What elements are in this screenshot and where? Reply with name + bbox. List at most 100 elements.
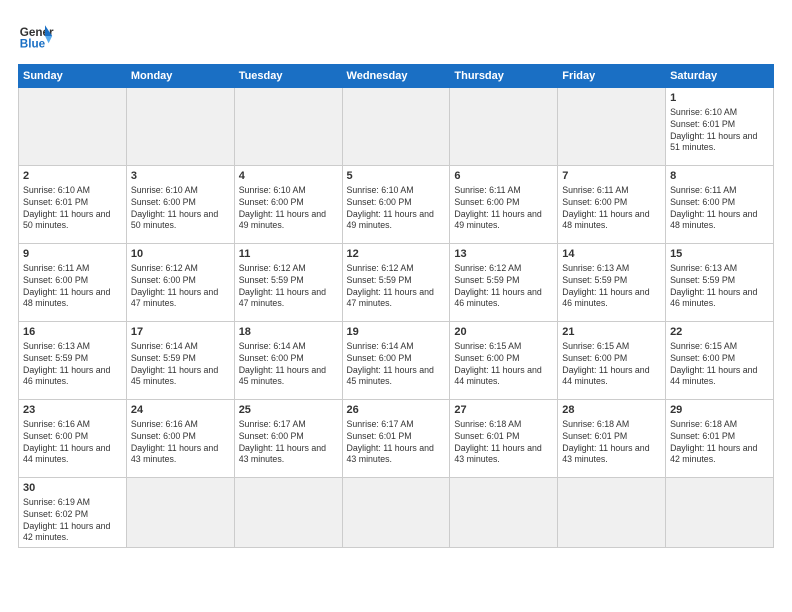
day-info: Sunrise: 6:16 AMSunset: 6:00 PMDaylight:…	[131, 419, 230, 467]
day-info: Sunrise: 6:15 AMSunset: 6:00 PMDaylight:…	[562, 341, 661, 389]
col-header-wednesday: Wednesday	[342, 65, 450, 88]
day-number: 29	[670, 403, 769, 418]
day-number: 6	[454, 169, 553, 184]
calendar-cell: 10Sunrise: 6:12 AMSunset: 6:00 PMDayligh…	[126, 244, 234, 322]
day-info: Sunrise: 6:17 AMSunset: 6:00 PMDaylight:…	[239, 419, 338, 467]
day-number: 2	[23, 169, 122, 184]
day-number: 3	[131, 169, 230, 184]
day-info: Sunrise: 6:17 AMSunset: 6:01 PMDaylight:…	[347, 419, 446, 467]
day-number: 12	[347, 247, 446, 262]
day-info: Sunrise: 6:10 AMSunset: 6:00 PMDaylight:…	[131, 185, 230, 233]
calendar-cell: 15Sunrise: 6:13 AMSunset: 5:59 PMDayligh…	[666, 244, 774, 322]
day-info: Sunrise: 6:10 AMSunset: 6:00 PMDaylight:…	[239, 185, 338, 233]
calendar-cell: 17Sunrise: 6:14 AMSunset: 5:59 PMDayligh…	[126, 322, 234, 400]
calendar: SundayMondayTuesdayWednesdayThursdayFrid…	[18, 64, 774, 548]
day-info: Sunrise: 6:19 AMSunset: 6:02 PMDaylight:…	[23, 497, 122, 545]
day-info: Sunrise: 6:12 AMSunset: 5:59 PMDaylight:…	[454, 263, 553, 311]
calendar-cell: 9Sunrise: 6:11 AMSunset: 6:00 PMDaylight…	[19, 244, 127, 322]
day-number: 24	[131, 403, 230, 418]
calendar-cell	[126, 88, 234, 166]
day-number: 17	[131, 325, 230, 340]
calendar-cell: 25Sunrise: 6:17 AMSunset: 6:00 PMDayligh…	[234, 400, 342, 478]
col-header-friday: Friday	[558, 65, 666, 88]
day-info: Sunrise: 6:12 AMSunset: 5:59 PMDaylight:…	[347, 263, 446, 311]
calendar-cell: 19Sunrise: 6:14 AMSunset: 6:00 PMDayligh…	[342, 322, 450, 400]
calendar-cell: 27Sunrise: 6:18 AMSunset: 6:01 PMDayligh…	[450, 400, 558, 478]
day-info: Sunrise: 6:18 AMSunset: 6:01 PMDaylight:…	[454, 419, 553, 467]
day-info: Sunrise: 6:16 AMSunset: 6:00 PMDaylight:…	[23, 419, 122, 467]
day-info: Sunrise: 6:11 AMSunset: 6:00 PMDaylight:…	[23, 263, 122, 311]
day-info: Sunrise: 6:11 AMSunset: 6:00 PMDaylight:…	[670, 185, 769, 233]
day-info: Sunrise: 6:10 AMSunset: 6:01 PMDaylight:…	[670, 107, 769, 155]
day-number: 23	[23, 403, 122, 418]
calendar-cell: 28Sunrise: 6:18 AMSunset: 6:01 PMDayligh…	[558, 400, 666, 478]
calendar-cell: 26Sunrise: 6:17 AMSunset: 6:01 PMDayligh…	[342, 400, 450, 478]
calendar-cell: 7Sunrise: 6:11 AMSunset: 6:00 PMDaylight…	[558, 166, 666, 244]
calendar-cell	[450, 478, 558, 548]
day-number: 14	[562, 247, 661, 262]
day-number: 22	[670, 325, 769, 340]
day-number: 10	[131, 247, 230, 262]
day-info: Sunrise: 6:13 AMSunset: 5:59 PMDaylight:…	[23, 341, 122, 389]
day-info: Sunrise: 6:14 AMSunset: 6:00 PMDaylight:…	[347, 341, 446, 389]
day-info: Sunrise: 6:15 AMSunset: 6:00 PMDaylight:…	[454, 341, 553, 389]
calendar-cell: 24Sunrise: 6:16 AMSunset: 6:00 PMDayligh…	[126, 400, 234, 478]
col-header-monday: Monday	[126, 65, 234, 88]
day-info: Sunrise: 6:10 AMSunset: 6:01 PMDaylight:…	[23, 185, 122, 233]
header: General Blue	[18, 18, 774, 54]
calendar-cell: 8Sunrise: 6:11 AMSunset: 6:00 PMDaylight…	[666, 166, 774, 244]
calendar-cell	[234, 478, 342, 548]
day-number: 9	[23, 247, 122, 262]
col-header-tuesday: Tuesday	[234, 65, 342, 88]
calendar-cell: 5Sunrise: 6:10 AMSunset: 6:00 PMDaylight…	[342, 166, 450, 244]
calendar-cell: 29Sunrise: 6:18 AMSunset: 6:01 PMDayligh…	[666, 400, 774, 478]
calendar-cell: 20Sunrise: 6:15 AMSunset: 6:00 PMDayligh…	[450, 322, 558, 400]
day-info: Sunrise: 6:13 AMSunset: 5:59 PMDaylight:…	[562, 263, 661, 311]
day-number: 26	[347, 403, 446, 418]
calendar-cell: 2Sunrise: 6:10 AMSunset: 6:01 PMDaylight…	[19, 166, 127, 244]
day-number: 5	[347, 169, 446, 184]
col-header-thursday: Thursday	[450, 65, 558, 88]
day-info: Sunrise: 6:12 AMSunset: 6:00 PMDaylight:…	[131, 263, 230, 311]
day-number: 7	[562, 169, 661, 184]
calendar-cell: 4Sunrise: 6:10 AMSunset: 6:00 PMDaylight…	[234, 166, 342, 244]
calendar-cell	[666, 478, 774, 548]
day-info: Sunrise: 6:13 AMSunset: 5:59 PMDaylight:…	[670, 263, 769, 311]
calendar-cell: 14Sunrise: 6:13 AMSunset: 5:59 PMDayligh…	[558, 244, 666, 322]
day-number: 20	[454, 325, 553, 340]
calendar-cell	[342, 88, 450, 166]
day-number: 11	[239, 247, 338, 262]
day-info: Sunrise: 6:11 AMSunset: 6:00 PMDaylight:…	[562, 185, 661, 233]
day-number: 21	[562, 325, 661, 340]
day-info: Sunrise: 6:18 AMSunset: 6:01 PMDaylight:…	[670, 419, 769, 467]
calendar-cell: 22Sunrise: 6:15 AMSunset: 6:00 PMDayligh…	[666, 322, 774, 400]
calendar-cell: 21Sunrise: 6:15 AMSunset: 6:00 PMDayligh…	[558, 322, 666, 400]
calendar-cell	[558, 88, 666, 166]
day-info: Sunrise: 6:15 AMSunset: 6:00 PMDaylight:…	[670, 341, 769, 389]
day-number: 27	[454, 403, 553, 418]
col-header-sunday: Sunday	[19, 65, 127, 88]
calendar-cell	[450, 88, 558, 166]
logo: General Blue	[18, 18, 54, 54]
day-number: 30	[23, 481, 122, 496]
day-number: 16	[23, 325, 122, 340]
day-info: Sunrise: 6:14 AMSunset: 6:00 PMDaylight:…	[239, 341, 338, 389]
day-number: 8	[670, 169, 769, 184]
calendar-header-row: SundayMondayTuesdayWednesdayThursdayFrid…	[19, 65, 774, 88]
day-number: 25	[239, 403, 338, 418]
calendar-cell: 3Sunrise: 6:10 AMSunset: 6:00 PMDaylight…	[126, 166, 234, 244]
calendar-cell: 6Sunrise: 6:11 AMSunset: 6:00 PMDaylight…	[450, 166, 558, 244]
calendar-cell: 18Sunrise: 6:14 AMSunset: 6:00 PMDayligh…	[234, 322, 342, 400]
day-number: 28	[562, 403, 661, 418]
calendar-cell	[19, 88, 127, 166]
calendar-cell: 1Sunrise: 6:10 AMSunset: 6:01 PMDaylight…	[666, 88, 774, 166]
day-number: 19	[347, 325, 446, 340]
day-number: 1	[670, 91, 769, 106]
day-number: 13	[454, 247, 553, 262]
logo-icon: General Blue	[18, 18, 54, 54]
calendar-cell	[126, 478, 234, 548]
calendar-cell	[234, 88, 342, 166]
calendar-cell: 16Sunrise: 6:13 AMSunset: 5:59 PMDayligh…	[19, 322, 127, 400]
day-info: Sunrise: 6:12 AMSunset: 5:59 PMDaylight:…	[239, 263, 338, 311]
calendar-cell: 13Sunrise: 6:12 AMSunset: 5:59 PMDayligh…	[450, 244, 558, 322]
